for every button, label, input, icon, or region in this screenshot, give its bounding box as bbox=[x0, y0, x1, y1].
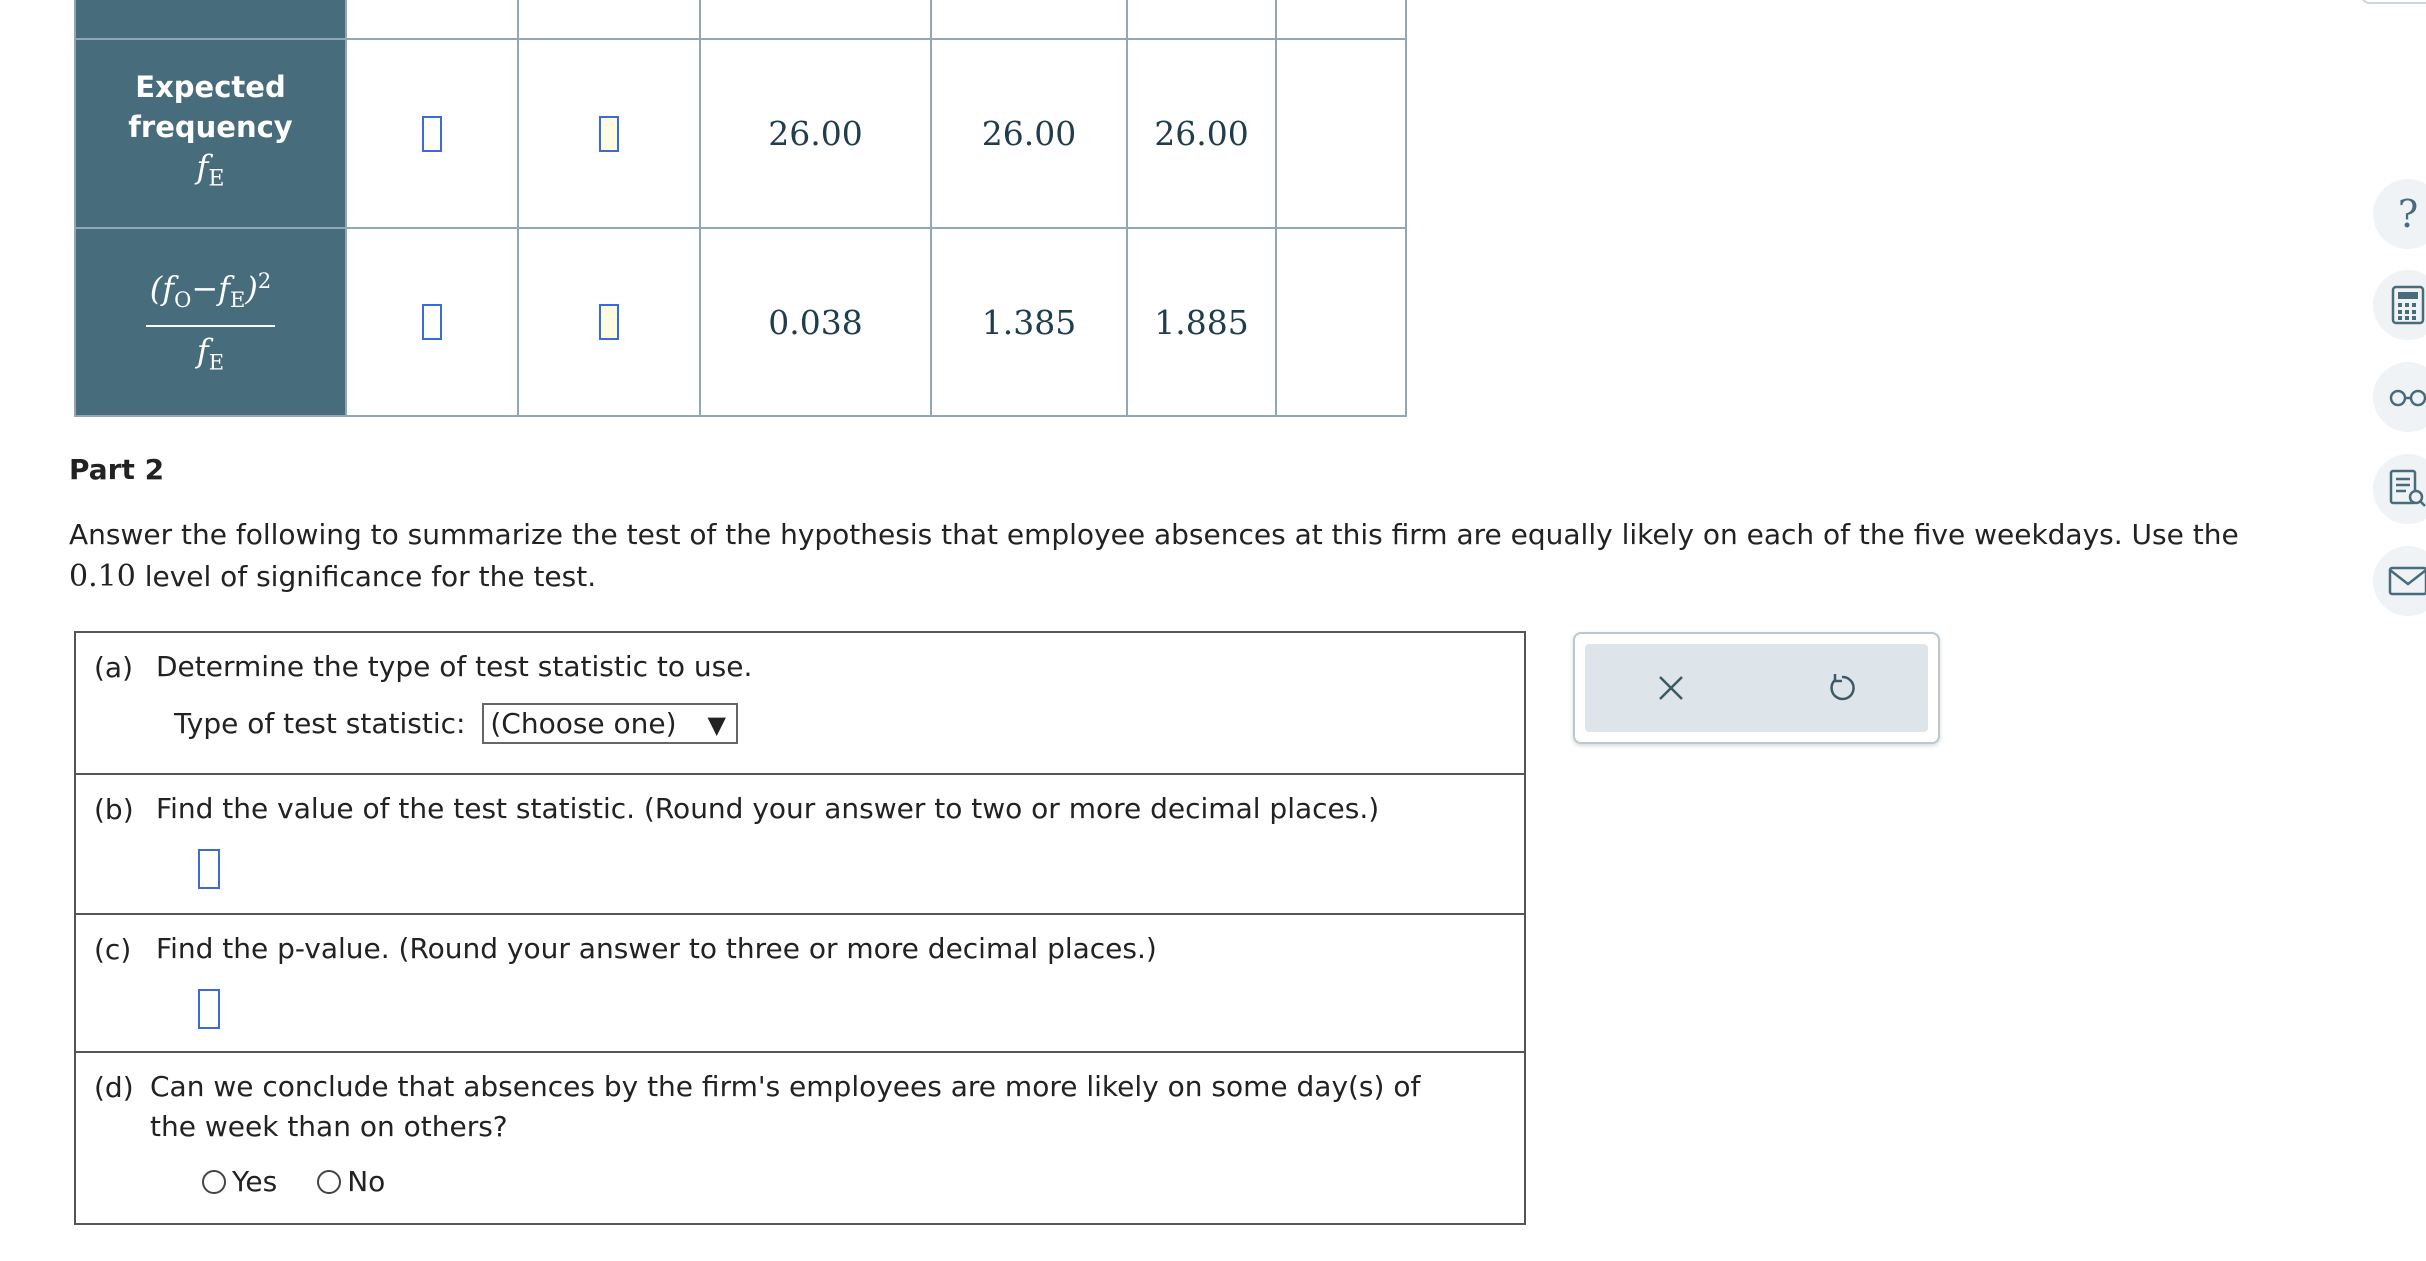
question-b: (b) Find the value of the test statistic… bbox=[76, 775, 1524, 915]
select-value: (Choose one) bbox=[490, 707, 677, 740]
radio-option-no[interactable]: No bbox=[317, 1165, 385, 1198]
test-statistic-input[interactable] bbox=[198, 849, 220, 889]
question-label: (c) bbox=[94, 933, 132, 966]
radio-label: Yes bbox=[232, 1165, 278, 1198]
table-cell bbox=[699, 0, 932, 40]
undo-button[interactable] bbox=[1812, 658, 1872, 718]
mail-icon bbox=[2388, 566, 2426, 596]
answer-input-cell[interactable] bbox=[422, 115, 442, 152]
table-cell bbox=[930, 0, 1128, 40]
significance-level: 0.10 bbox=[69, 559, 136, 594]
glasses-icon bbox=[2389, 389, 2426, 407]
dropdown-arrow-icon: ▼ bbox=[707, 711, 726, 739]
field-label: Type of test statistic: bbox=[174, 707, 466, 740]
test-statistic-field: Type of test statistic: (Choose one) ▼ bbox=[174, 703, 1506, 744]
fraction-denominator: fE bbox=[196, 331, 225, 375]
radio-button[interactable] bbox=[202, 1169, 226, 1194]
frequency-table: Expected frequency fE 26.00 26.00 26.00 … bbox=[74, 0, 1407, 417]
header-symbol: fE bbox=[196, 148, 225, 192]
table-cell bbox=[345, 38, 519, 229]
reader-button[interactable] bbox=[2373, 362, 2426, 432]
table-cell bbox=[1275, 0, 1407, 40]
question-text: Can we conclude that absences by the fir… bbox=[150, 1070, 1421, 1143]
data-icon bbox=[2389, 469, 2426, 507]
conclusion-options: Yes No bbox=[202, 1165, 1506, 1198]
table-cell bbox=[345, 0, 519, 40]
question-d: (d) Can we conclude that absences by the… bbox=[76, 1053, 1524, 1223]
fraction-formula: (fO−fE)2 fE bbox=[145, 260, 276, 384]
instruction-tail: level of significance for the test. bbox=[144, 560, 597, 593]
top-edge-panel bbox=[2360, 0, 2426, 4]
fraction-numerator: (fO−fE)2 bbox=[145, 260, 276, 327]
answer-input-cell[interactable] bbox=[599, 304, 619, 340]
table-cell-value: 26.00 bbox=[1126, 38, 1277, 229]
answer-input-cell[interactable] bbox=[599, 115, 619, 152]
question-label: (a) bbox=[94, 651, 134, 684]
part-title: Part 2 bbox=[69, 453, 165, 486]
table-cell-value: 1.885 bbox=[1126, 227, 1277, 417]
message-button[interactable] bbox=[2373, 546, 2426, 616]
calculator-icon bbox=[2391, 285, 2425, 325]
header-line1: Expected bbox=[135, 70, 286, 105]
table-cell bbox=[1126, 0, 1277, 40]
clear-button[interactable] bbox=[1641, 658, 1701, 718]
table-header-cell bbox=[74, 0, 347, 40]
answer-actions-panel bbox=[1573, 632, 1940, 744]
close-icon bbox=[1658, 676, 1683, 700]
questions-box: (a) Determine the type of test statistic… bbox=[74, 631, 1526, 1225]
data-button[interactable] bbox=[2373, 454, 2426, 524]
table-cell bbox=[345, 227, 519, 417]
question-text: Determine the type of test statistic to … bbox=[156, 650, 753, 683]
table-cell bbox=[517, 227, 701, 417]
table-cell-value: 1.385 bbox=[930, 227, 1128, 417]
table-cell bbox=[517, 38, 701, 229]
p-value-input[interactable] bbox=[198, 989, 220, 1029]
row-header-chi-contribution: (fO−fE)2 fE bbox=[74, 227, 347, 417]
help-icon: ? bbox=[2397, 192, 2419, 236]
row-header-expected-frequency: Expected frequency fE bbox=[74, 38, 347, 229]
instruction-text: Answer the following to summarize the te… bbox=[69, 518, 2239, 551]
calculator-button[interactable] bbox=[2373, 270, 2426, 340]
question-text: Find the p-value. (Round your answer to … bbox=[156, 932, 1157, 965]
table-cell-value: 26.00 bbox=[699, 38, 932, 229]
answer-input-cell[interactable] bbox=[422, 304, 442, 340]
table-row-expected-frequency: Expected frequency fE 26.00 26.00 26.00 bbox=[74, 38, 1407, 229]
radio-button[interactable] bbox=[317, 1169, 342, 1194]
question-a: (a) Determine the type of test statistic… bbox=[76, 633, 1524, 775]
undo-icon bbox=[1830, 674, 1856, 701]
radio-label: No bbox=[347, 1165, 386, 1198]
table-cell-value: 0.038 bbox=[699, 227, 932, 417]
radio-option-yes[interactable]: Yes bbox=[202, 1165, 277, 1198]
test-statistic-select[interactable]: (Choose one) ▼ bbox=[482, 703, 738, 744]
header-line2: frequency bbox=[128, 110, 293, 145]
part-instructions: Answer the following to summarize the te… bbox=[69, 514, 2329, 598]
question-label: (b) bbox=[94, 793, 134, 826]
table-cell bbox=[1275, 38, 1407, 229]
question-text: Find the value of the test statistic. (R… bbox=[156, 792, 1380, 825]
table-cell-value: 26.00 bbox=[930, 38, 1128, 229]
question-label: (d) bbox=[94, 1071, 134, 1104]
table-cell bbox=[1275, 227, 1407, 417]
question-c: (c) Find the p-value. (Round your answer… bbox=[76, 915, 1524, 1053]
help-button[interactable]: ? bbox=[2373, 179, 2426, 249]
table-cell bbox=[517, 0, 701, 40]
table-row-chi-contribution: (fO−fE)2 fE 0.038 1.385 1.885 bbox=[74, 227, 1407, 417]
